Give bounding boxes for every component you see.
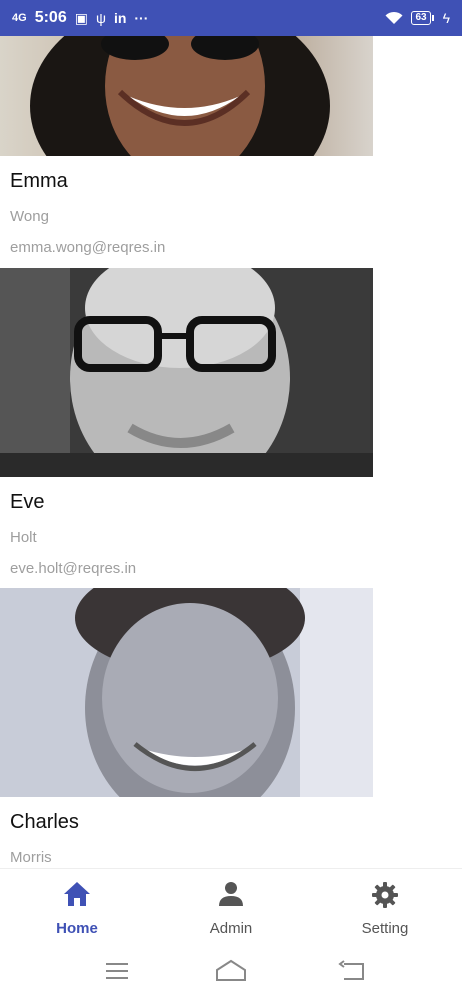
nav-label-setting: Setting bbox=[361, 920, 409, 937]
home-icon bbox=[64, 882, 90, 906]
charging-icon: ϟ bbox=[442, 10, 450, 26]
menu-icon bbox=[106, 963, 128, 979]
clock: 5:06 bbox=[34, 9, 67, 26]
home-outline-icon bbox=[216, 959, 246, 981]
nav-label-home: Home bbox=[56, 920, 98, 937]
nav-label-admin: Admin bbox=[209, 920, 253, 937]
nav-item-home[interactable]: Home bbox=[0, 869, 154, 945]
system-navigation-bar bbox=[0, 944, 462, 1000]
list-item[interactable]: Emma Wong emma.wong@reqres.in bbox=[0, 36, 462, 268]
person-icon bbox=[219, 882, 243, 906]
user-email: emma.wong@reqres.in bbox=[10, 239, 166, 256]
user-last-name: Holt bbox=[10, 529, 37, 546]
avatar bbox=[0, 588, 373, 797]
nav-item-setting[interactable]: Setting bbox=[308, 869, 462, 945]
home-system-button[interactable] bbox=[214, 958, 248, 984]
user-first-name: Eve bbox=[10, 491, 45, 513]
back-icon bbox=[338, 960, 364, 980]
user-last-name: Morris bbox=[10, 849, 52, 866]
wifi-icon bbox=[385, 11, 403, 24]
back-button[interactable] bbox=[336, 958, 370, 984]
linkedin-icon: in bbox=[113, 10, 127, 26]
usb-icon: ψ bbox=[95, 10, 106, 26]
user-first-name: Charles bbox=[10, 811, 79, 833]
user-last-name: Wong bbox=[10, 208, 49, 225]
user-email: eve.holt@reqres.in bbox=[10, 560, 137, 577]
nav-item-admin[interactable]: Admin bbox=[154, 869, 308, 945]
avatar bbox=[0, 36, 373, 156]
list-item[interactable]: Charles Morris bbox=[0, 588, 462, 868]
sim-icon: ▣ bbox=[74, 10, 88, 26]
avatar bbox=[0, 268, 373, 477]
bottom-navigation: Home Admin Setting bbox=[0, 868, 462, 945]
status-bar: 4G 5:06 ▣ ψ in ··· 63 ϟ bbox=[0, 0, 462, 36]
list-item[interactable]: Eve Holt eve.holt@reqres.in bbox=[0, 268, 462, 588]
avatar-image bbox=[30, 36, 330, 156]
battery-icon: 63 bbox=[411, 11, 434, 25]
avatar-image bbox=[0, 268, 373, 477]
gear-icon bbox=[372, 882, 398, 908]
user-list[interactable]: Emma Wong emma.wong@reqres.in Eve Holt e… bbox=[0, 36, 462, 868]
recents-button[interactable] bbox=[100, 958, 134, 984]
avatar-image bbox=[0, 588, 373, 797]
more-notifications-icon: ··· bbox=[134, 10, 149, 26]
user-first-name: Emma bbox=[10, 170, 68, 192]
signal-icon: 4G bbox=[12, 12, 27, 24]
